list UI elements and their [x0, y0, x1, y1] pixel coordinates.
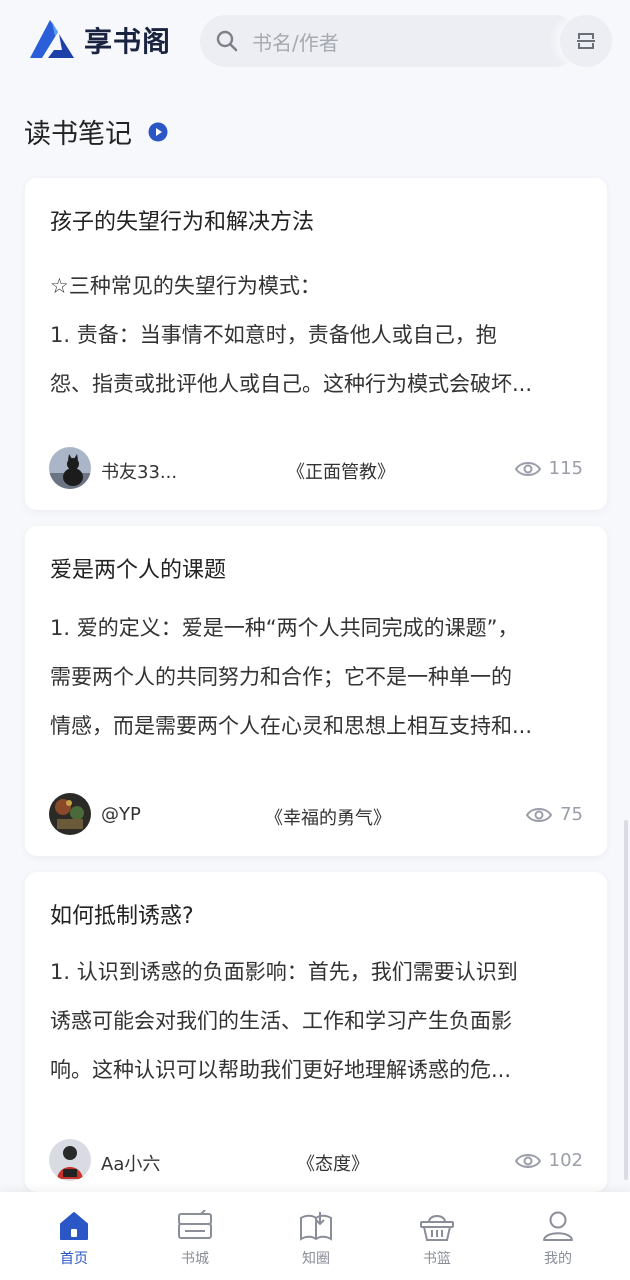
tab-label: 首页	[60, 1251, 88, 1267]
app-logo[interactable]: 享书阁	[28, 18, 171, 62]
scan-icon	[577, 33, 595, 49]
search-input[interactable]: 书名/作者	[200, 15, 580, 67]
note-card[interactable]: 孩子的失望行为和解决方法 ☆三种常见的失望行为模式： 1. 责备：当事情不如意时…	[25, 178, 607, 510]
note-excerpt: ☆三种常见的失望行为模式： 1. 责备：当事情不如意时，责备他人或自己，抱 怨、…	[50, 262, 590, 409]
scrollbar[interactable]	[624, 820, 628, 1180]
tab-basket[interactable]: 书篮	[374, 1192, 500, 1280]
view-count: 75	[560, 804, 583, 825]
note-author: 书友33...	[101, 462, 178, 483]
circle-book-icon	[300, 1212, 332, 1241]
section-header: 读书笔记	[24, 112, 168, 151]
tab-home[interactable]: 首页	[11, 1192, 137, 1280]
user-icon	[543, 1211, 573, 1241]
note-book[interactable]: 《态度》	[297, 1150, 369, 1176]
note-excerpt-line: 情感，而是需要两个人在心灵和思想上相互支持和...	[50, 714, 533, 738]
note-book[interactable]: 《幸福的勇气》	[265, 804, 391, 830]
note-excerpt: 1. 爱的定义：爱是一种“两个人共同完成的课题”， 需要两个人的共同努力和合作；…	[50, 604, 590, 751]
note-excerpt: 1. 认识到诱惑的负面影响：首先，我们需要认识到 诱惑可能会对我们的生活、工作和…	[50, 948, 590, 1095]
note-title: 爱是两个人的课题	[50, 558, 227, 583]
app-name: 享书阁	[84, 25, 172, 58]
tab-label: 知圈	[302, 1251, 330, 1267]
search-icon	[216, 30, 238, 52]
basket-icon	[420, 1215, 454, 1241]
tab-label: 书城	[181, 1251, 209, 1267]
tab-label: 我的	[544, 1251, 572, 1267]
note-title: 孩子的失望行为和解决方法	[50, 210, 315, 235]
note-card[interactable]: 爱是两个人的课题 1. 爱的定义：爱是一种“两个人共同完成的课题”， 需要两个人…	[25, 526, 607, 856]
eye-icon	[526, 807, 553, 822]
tab-circle[interactable]: 知圈	[253, 1192, 379, 1280]
note-title: 如何抵制诱惑?	[50, 904, 194, 929]
bottom-tab-bar: 首页 书城 知圈 书篮 我的	[0, 1192, 630, 1280]
note-author: Aa小六	[101, 1154, 161, 1175]
view-count: 115	[548, 458, 583, 479]
note-views: 115	[514, 458, 583, 479]
eye-icon	[514, 1153, 541, 1168]
top-header: 享书阁 书名/作者	[0, 0, 630, 84]
scan-button[interactable]	[560, 15, 612, 67]
more-arrow-icon[interactable]	[148, 122, 168, 142]
tab-bookstore[interactable]: 书城	[132, 1192, 258, 1280]
note-author: @YP	[101, 804, 141, 825]
bookstore-icon	[178, 1210, 212, 1239]
note-views: 102	[514, 1150, 583, 1171]
avatar[interactable]	[49, 793, 91, 835]
tab-label: 书篮	[423, 1251, 451, 1267]
note-card[interactable]: 如何抵制诱惑? 1. 认识到诱惑的负面影响：首先，我们需要认识到 诱惑可能会对我…	[25, 872, 607, 1192]
note-excerpt-line: ☆三种常见的失望行为模式：	[50, 274, 321, 298]
note-excerpt-line: 1. 爱的定义：爱是一种“两个人共同完成的课题”，	[50, 616, 519, 640]
home-icon	[60, 1212, 88, 1240]
note-excerpt-line: 1. 责备：当事情不如意时，责备他人或自己，抱	[50, 323, 497, 347]
view-count: 102	[548, 1150, 583, 1171]
note-excerpt-line: 怨、指责或批评他人或自己。这种行为模式会破坏...	[50, 372, 533, 396]
section-title: 读书笔记	[24, 119, 132, 150]
triangle-logo-icon	[30, 20, 74, 58]
note-excerpt-line: 1. 认识到诱惑的负面影响：首先，我们需要认识到	[50, 960, 518, 984]
note-views: 75	[526, 804, 583, 825]
search-placeholder: 书名/作者	[252, 30, 339, 55]
tab-profile[interactable]: 我的	[495, 1192, 621, 1280]
eye-icon	[514, 461, 541, 476]
note-book[interactable]: 《正面管教》	[287, 458, 395, 484]
note-excerpt-line: 响。这种认识可以帮助我们更好地理解诱惑的危...	[50, 1058, 512, 1082]
avatar[interactable]	[49, 447, 91, 489]
note-excerpt-line: 需要两个人的共同努力和合作；它不是一种单一的	[50, 665, 512, 689]
avatar[interactable]	[49, 1139, 91, 1181]
note-excerpt-line: 诱惑可能会对我们的生活、工作和学习产生负面影	[50, 1009, 512, 1033]
